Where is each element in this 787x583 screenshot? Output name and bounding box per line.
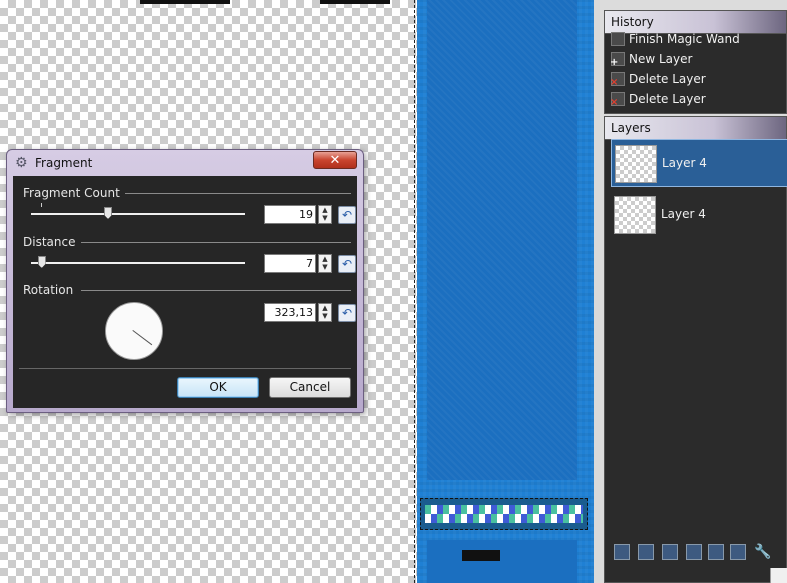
merge-down-icon[interactable]: [686, 544, 702, 560]
dialog-title: Fragment: [35, 156, 93, 170]
layer-thumbnail: [614, 196, 656, 234]
rotation-input[interactable]: 323,13: [264, 303, 316, 322]
cancel-button[interactable]: Cancel: [269, 377, 351, 398]
layer-row-selected[interactable]: Layer 4: [611, 139, 787, 187]
delete-layer-icon[interactable]: [638, 544, 654, 560]
distance-input[interactable]: 7: [264, 254, 316, 273]
history-item[interactable]: Finish Magic Wand: [605, 29, 786, 49]
layers-panel: Layers Layer 4 Layer 4: [604, 116, 787, 583]
selected-pattern-strip[interactable]: [420, 498, 588, 530]
fragment-count-spinner[interactable]: ▲ ▼: [318, 205, 332, 224]
canvas-blue-texture: [427, 540, 577, 583]
scroll-corner: [770, 568, 787, 583]
distance-reset-button[interactable]: ↶: [338, 255, 356, 273]
delete-layer-icon: ×: [610, 72, 625, 88]
section-divider: [81, 290, 351, 291]
button-separator: [19, 368, 351, 369]
fragment-count-reset-button[interactable]: ↶: [338, 206, 356, 224]
canvas-top-bar: [320, 0, 390, 4]
pattern-row: [425, 514, 583, 523]
spin-down-icon: ▼: [322, 263, 328, 271]
section-divider: [81, 242, 351, 243]
selection-outline: [414, 0, 415, 583]
history-item-label: Finish Magic Wand: [629, 32, 740, 46]
ok-button[interactable]: OK: [177, 377, 259, 398]
history-item-label: Delete Layer: [629, 72, 706, 86]
spin-down-icon: ▼: [322, 214, 328, 222]
spin-up-icon: ▲: [322, 255, 328, 263]
history-item-label: New Layer: [629, 52, 693, 66]
rotation-reset-button[interactable]: ↶: [338, 304, 356, 322]
spin-up-icon: ▲: [322, 304, 328, 312]
canvas-blue-layer: [417, 0, 595, 583]
layer-thumbnail: [615, 145, 657, 183]
history-panel: History Finish Magic Wand + New Layer × …: [604, 10, 787, 114]
canvas-top-bar: [140, 0, 230, 4]
history-item[interactable]: × Delete Layer: [605, 69, 786, 89]
history-item-label: Delete Layer: [629, 92, 706, 106]
move-up-icon[interactable]: [708, 544, 724, 560]
close-button[interactable]: ✕: [313, 151, 357, 169]
history-item[interactable]: × Delete Layer: [605, 89, 786, 109]
add-layer-icon[interactable]: [614, 544, 630, 560]
spin-down-icon: ▼: [322, 312, 328, 320]
small-selection-marker: [462, 550, 500, 561]
canvas-blue-texture: [427, 0, 577, 480]
properties-icon[interactable]: 🔧: [754, 544, 771, 560]
layers-title: Layers: [605, 117, 786, 140]
distance-track: [31, 262, 245, 264]
fragment-dialog: ⚙ Fragment ✕ Fragment Count 19 ▲ ▼ ↶ Dist…: [6, 149, 364, 413]
rotation-dial-hand: [132, 330, 153, 346]
distance-label: Distance: [23, 235, 76, 249]
layer-row[interactable]: Layer 4: [611, 191, 787, 239]
distance-slider[interactable]: [37, 256, 46, 268]
layer-name: Layer 4: [661, 207, 706, 221]
fragment-count-input[interactable]: 19: [264, 205, 316, 224]
layer-name: Layer 4: [662, 156, 707, 170]
rotation-label: Rotation: [23, 283, 74, 297]
dialog-body: Fragment Count 19 ▲ ▼ ↶ Distance 7 ▲ ▼ ↶ R…: [13, 176, 357, 408]
duplicate-layer-icon[interactable]: [662, 544, 678, 560]
new-layer-icon: +: [610, 52, 625, 68]
spin-up-icon: ▲: [322, 206, 328, 214]
section-divider: [125, 193, 351, 194]
fragment-count-label: Fragment Count: [23, 186, 120, 200]
distance-spinner[interactable]: ▲ ▼: [318, 254, 332, 273]
rotation-dial[interactable]: [105, 302, 163, 360]
delete-layer-icon: ×: [610, 92, 625, 108]
fragment-count-slider[interactable]: [104, 207, 113, 219]
layer-toolbar: 🔧: [608, 540, 784, 566]
magic-wand-icon: [611, 32, 625, 46]
rotation-spinner[interactable]: ▲ ▼: [318, 303, 332, 322]
fragment-count-track: [31, 213, 245, 215]
gear-icon: ⚙: [15, 155, 28, 171]
move-down-icon[interactable]: [730, 544, 746, 560]
history-item[interactable]: + New Layer: [605, 49, 786, 69]
slider-tick: [41, 203, 42, 207]
